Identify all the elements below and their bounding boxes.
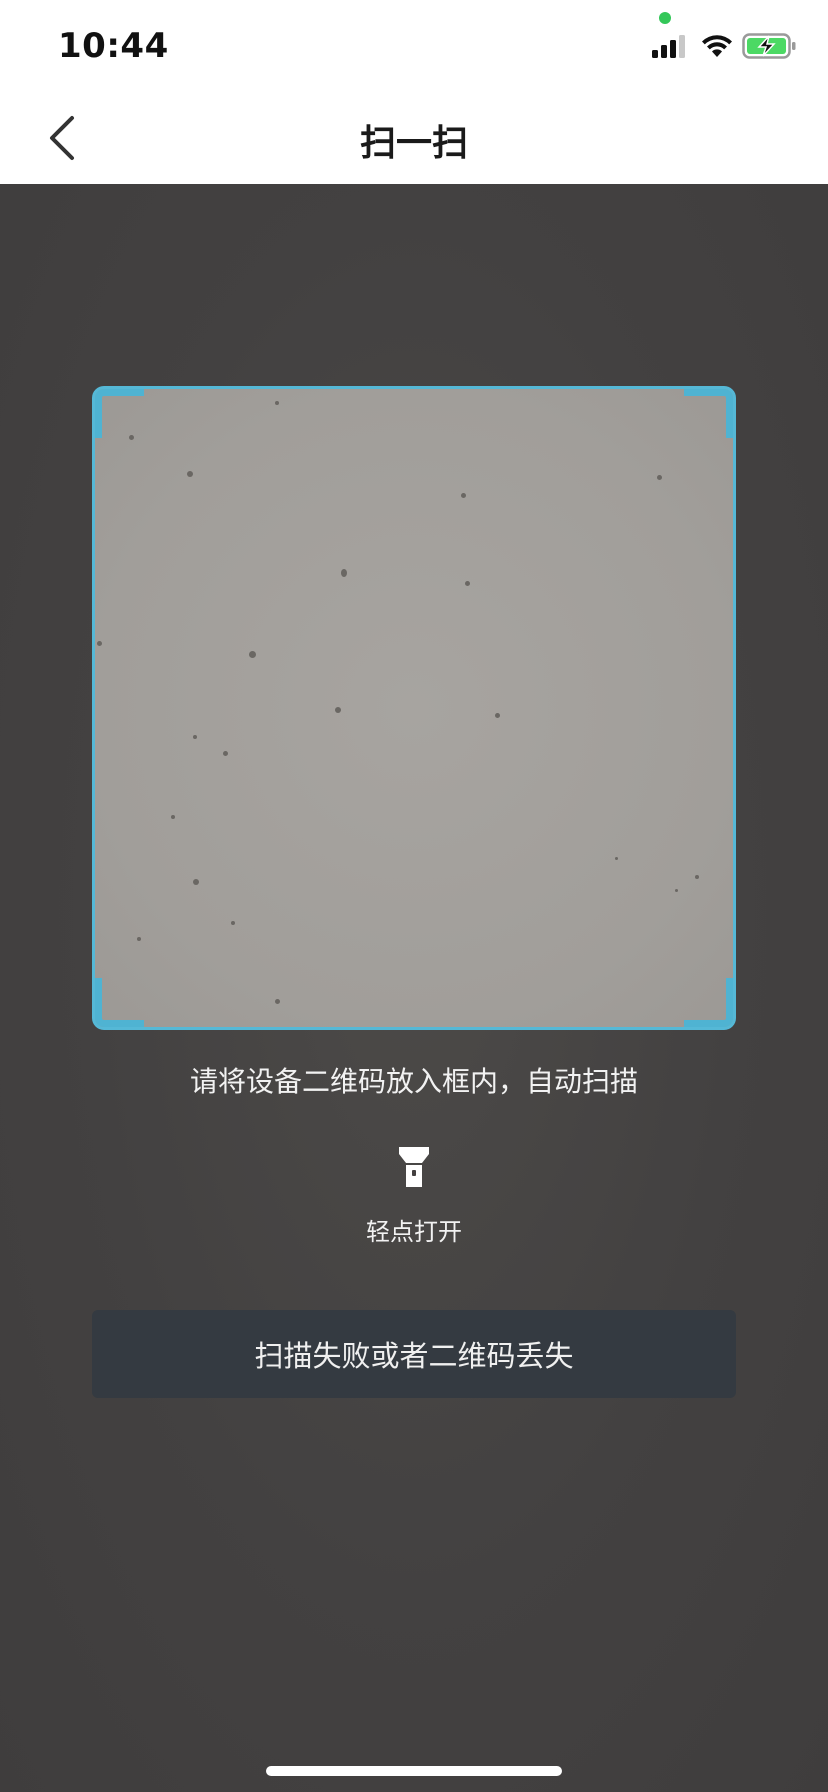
camera-speck (187, 471, 193, 477)
wifi-icon (702, 35, 732, 57)
scan-frame-corner-bottom-right (684, 978, 733, 1027)
camera-speck (223, 751, 228, 756)
scan-frame-corner-bottom-left (95, 978, 144, 1027)
scan-frame (92, 386, 736, 1030)
camera-speck (341, 569, 347, 577)
camera-speck (275, 999, 280, 1004)
status-bar: 10:44 (0, 0, 828, 92)
flashlight-icon (399, 1147, 429, 1187)
page-title: 扫一扫 (359, 123, 468, 164)
privacy-indicator-dot (659, 12, 671, 24)
camera-speck (675, 889, 678, 892)
flashlight-toggle[interactable]: 轻点打开 (364, 1146, 464, 1250)
scan-failed-button[interactable]: 扫描失败或者二维码丢失 (92, 1310, 736, 1398)
camera-speck (495, 713, 500, 718)
camera-speck (193, 879, 199, 885)
scan-hint: 请将设备二维码放入框内，自动扫描 (189, 1065, 638, 1098)
camera-speck (137, 937, 141, 941)
scan-frame-corner-top-left (95, 389, 144, 438)
camera-speck (465, 581, 470, 586)
camera-speck (129, 435, 134, 440)
camera-speck (275, 401, 279, 405)
battery-charging-icon (742, 33, 796, 59)
camera-speck (97, 641, 102, 646)
camera-speck (231, 921, 235, 925)
camera-speck (695, 875, 699, 879)
home-indicator[interactable] (266, 1766, 562, 1776)
status-time: 10:44 (58, 26, 169, 66)
flashlight-label: 轻点打开 (366, 1218, 462, 1246)
camera-speck (615, 857, 618, 860)
nav-bar: 扫一扫 (0, 92, 828, 184)
camera-speck (249, 651, 256, 658)
camera-speck (193, 735, 197, 739)
camera-speck (171, 815, 175, 819)
camera-speck (461, 493, 466, 498)
camera-speck (335, 707, 341, 713)
signal-icon (652, 35, 685, 58)
scan-frame-corner-top-right (684, 389, 733, 438)
camera-speck (657, 475, 662, 480)
